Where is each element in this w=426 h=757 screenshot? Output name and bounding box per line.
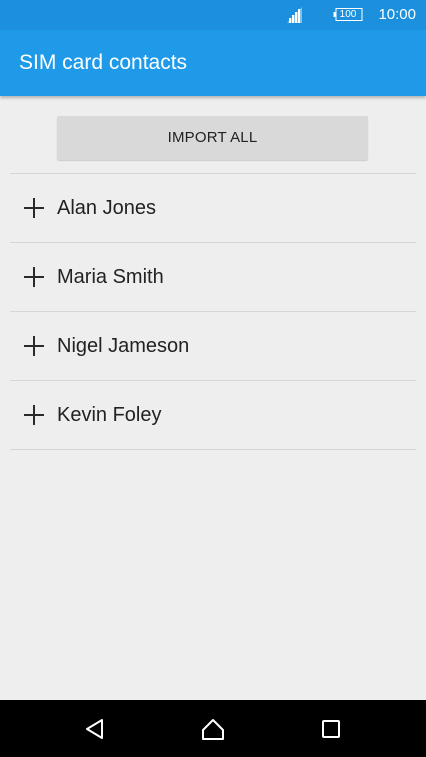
- status-bar: 100 10:00: [0, 0, 426, 30]
- contact-name: Alan Jones: [57, 197, 156, 219]
- plus-icon: [24, 336, 44, 356]
- contact-item-kevin-foley[interactable]: Kevin Foley: [10, 381, 416, 449]
- contact-list: Alan Jones Maria Smith Nigel Jameson Kev…: [10, 173, 416, 450]
- contact-name: Nigel Jameson: [57, 335, 190, 357]
- contact-item-maria-smith[interactable]: Maria Smith: [10, 243, 416, 311]
- signal-icon: [287, 7, 302, 23]
- navigation-bar: [0, 700, 426, 757]
- screen: 100 10:00 SIM card contacts IMPORT ALL A…: [0, 0, 426, 757]
- recents-icon[interactable]: [319, 717, 343, 741]
- plus-icon: [24, 405, 44, 425]
- back-icon[interactable]: [83, 717, 107, 741]
- status-time: 10:00: [378, 6, 416, 23]
- page-title: SIM card contacts: [19, 51, 188, 74]
- battery-level: 100: [339, 9, 357, 20]
- contact-name: Maria Smith: [57, 266, 164, 288]
- plus-icon: [24, 198, 44, 218]
- import-all-button[interactable]: IMPORT ALL: [57, 116, 368, 160]
- contact-item-nigel-jameson[interactable]: Nigel Jameson: [10, 312, 416, 380]
- contact-item-alan-jones[interactable]: Alan Jones: [10, 174, 416, 242]
- contact-name: Kevin Foley: [57, 404, 162, 426]
- divider: [10, 449, 416, 450]
- app-bar: SIM card contacts: [0, 30, 426, 96]
- plus-icon: [24, 267, 44, 287]
- home-icon[interactable]: [201, 717, 225, 741]
